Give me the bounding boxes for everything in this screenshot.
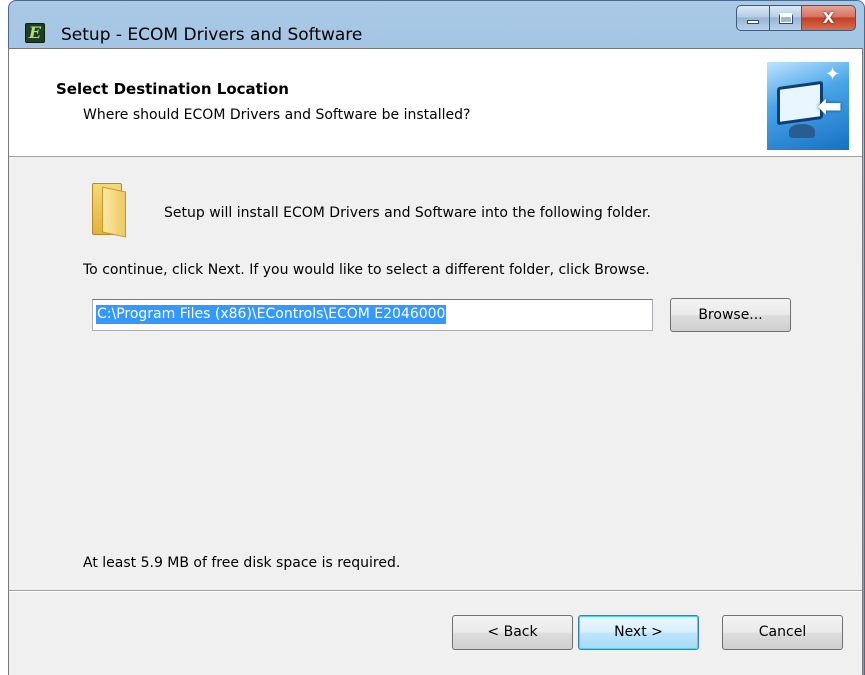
arrow-left-icon: ⬅ xyxy=(817,89,843,124)
minimize-icon xyxy=(747,20,759,24)
monitor-stand-icon xyxy=(789,124,815,138)
next-button[interactable]: Next > xyxy=(578,615,699,650)
destination-path-value: C:\Program Files (x86)\EControls\ECOM E2… xyxy=(96,305,447,324)
close-button[interactable]: X xyxy=(802,5,856,31)
maximize-button[interactable] xyxy=(770,5,802,31)
install-info-text: Setup will install ECOM Drivers and Soft… xyxy=(164,205,651,221)
sparkle-icon: ✦ xyxy=(825,64,841,85)
browse-button[interactable]: Browse... xyxy=(670,298,791,332)
title-bar[interactable]: E Setup - ECOM Drivers and Software X xyxy=(9,1,864,49)
computer-monitor-install-icon: ✦ ⬅ xyxy=(767,62,849,150)
page-title: Select Destination Location xyxy=(56,80,289,98)
page-subtitle: Where should ECOM Drivers and Software b… xyxy=(83,107,471,123)
wizard-header: Select Destination Location Where should… xyxy=(9,49,862,157)
footer-divider xyxy=(9,590,862,592)
maximize-icon xyxy=(778,12,793,24)
disk-space-requirement: At least 5.9 MB of free disk space is re… xyxy=(83,555,401,571)
back-button[interactable]: < Back xyxy=(452,615,573,650)
minimize-button[interactable] xyxy=(736,5,770,31)
wizard-client-area: Select Destination Location Where should… xyxy=(8,48,863,675)
folder-front-shape xyxy=(102,186,126,238)
cancel-button[interactable]: Cancel xyxy=(722,615,843,650)
close-icon: X xyxy=(822,8,835,27)
folder-icon xyxy=(92,183,132,238)
window-controls: X xyxy=(736,5,856,31)
destination-path-input[interactable]: C:\Program Files (x86)\EControls\ECOM E2… xyxy=(92,299,653,331)
window-title: Setup - ECOM Drivers and Software xyxy=(61,25,363,45)
app-icon[interactable]: E xyxy=(25,23,45,43)
continue-instructions: To continue, click Next. If you would li… xyxy=(83,262,650,278)
